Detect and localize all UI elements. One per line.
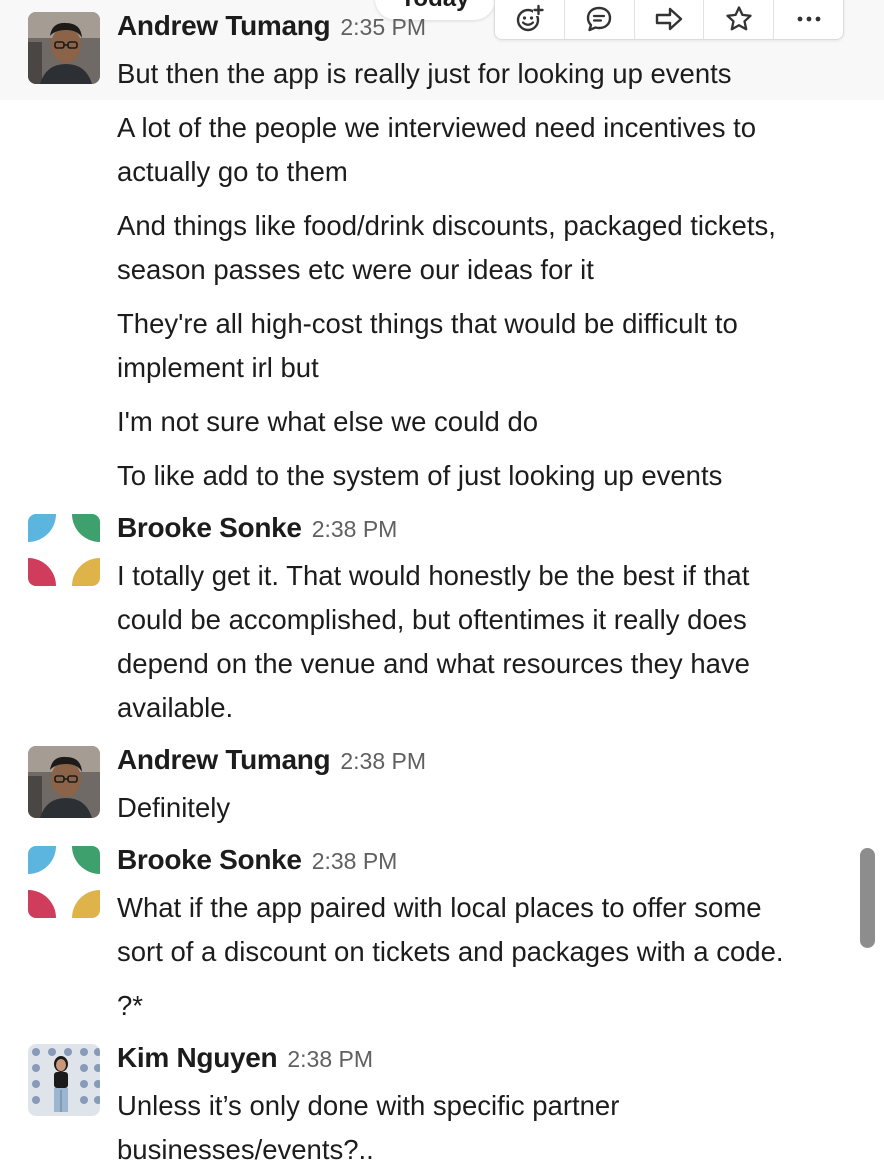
message-text: And things like food/drink discounts, pa…: [117, 210, 776, 241]
message-text: could be accomplished, but oftentimes it…: [117, 604, 747, 635]
scrollbar-thumb[interactable]: [860, 848, 875, 948]
message-text: actually go to them: [117, 156, 348, 187]
message-header: Brooke Sonke 2:38 PM: [117, 512, 397, 552]
star-icon: [726, 6, 752, 31]
user-photo-icon: [28, 746, 100, 818]
slack-logo-avatar-icon: [28, 514, 100, 586]
avatar[interactable]: [28, 746, 100, 818]
add-reaction-icon: [517, 4, 545, 32]
message-text: available.: [117, 692, 234, 723]
message-text: businesses/events?..: [117, 1134, 374, 1165]
avatar[interactable]: [28, 12, 100, 84]
user-photo-icon: [28, 1044, 100, 1116]
author-name[interactable]: Brooke Sonke: [117, 844, 302, 876]
more-actions-button[interactable]: [774, 0, 843, 39]
message-header: Kim Nguyen 2:38 PM: [117, 1042, 373, 1082]
message-header: Andrew Tumang 2:35 PM: [117, 10, 426, 50]
message-text: Definitely: [117, 792, 231, 823]
message-text: But then the app is really just for look…: [117, 58, 732, 89]
slack-logo-avatar-icon: [28, 846, 100, 918]
message-text: To like add to the system of just lookin…: [117, 460, 723, 491]
message-text: depend on the venue and what resources t…: [117, 648, 750, 679]
message-text: implement irl but: [117, 352, 319, 383]
author-name[interactable]: Kim Nguyen: [117, 1042, 278, 1074]
message-text: I'm not sure what else we could do: [117, 406, 539, 437]
avatar[interactable]: [28, 514, 100, 586]
reply-thread-icon: [586, 6, 612, 32]
save-star-button[interactable]: [704, 0, 775, 39]
share-arrow-icon: [655, 7, 683, 31]
author-name[interactable]: Andrew Tumang: [117, 744, 331, 776]
more-actions-icon: [797, 16, 820, 22]
timestamp[interactable]: 2:35 PM: [340, 14, 426, 41]
timestamp[interactable]: 2:38 PM: [287, 1046, 373, 1073]
message-text: What if the app paired with local places…: [117, 892, 762, 923]
message-text: They're all high-cost things that would …: [117, 308, 738, 339]
avatar[interactable]: [28, 1044, 100, 1116]
message-text: A lot of the people we interviewed need …: [117, 112, 757, 143]
message-text: sort of a discount on tickets and packag…: [117, 936, 784, 967]
message-text: Unless it’s only done with specific part…: [117, 1090, 620, 1121]
message-header: Andrew Tumang 2:38 PM: [117, 744, 426, 784]
message-header: Brooke Sonke 2:38 PM: [117, 844, 397, 884]
timestamp[interactable]: 2:38 PM: [340, 748, 426, 775]
message-text: I totally get it. That would honestly be…: [117, 560, 750, 591]
user-photo-icon: [28, 12, 100, 84]
author-name[interactable]: Andrew Tumang: [117, 10, 331, 42]
timestamp[interactable]: 2:38 PM: [312, 848, 398, 875]
author-name[interactable]: Brooke Sonke: [117, 512, 302, 544]
timestamp[interactable]: 2:38 PM: [312, 516, 398, 543]
message-text: season passes etc were our ideas for it: [117, 254, 594, 285]
message-text: ?*: [117, 990, 143, 1021]
avatar[interactable]: [28, 846, 100, 918]
message-actions-toolbar: [494, 0, 844, 40]
share-message-button[interactable]: [635, 0, 705, 39]
reply-thread-button[interactable]: [565, 0, 635, 39]
add-reaction-button[interactable]: [495, 0, 565, 39]
